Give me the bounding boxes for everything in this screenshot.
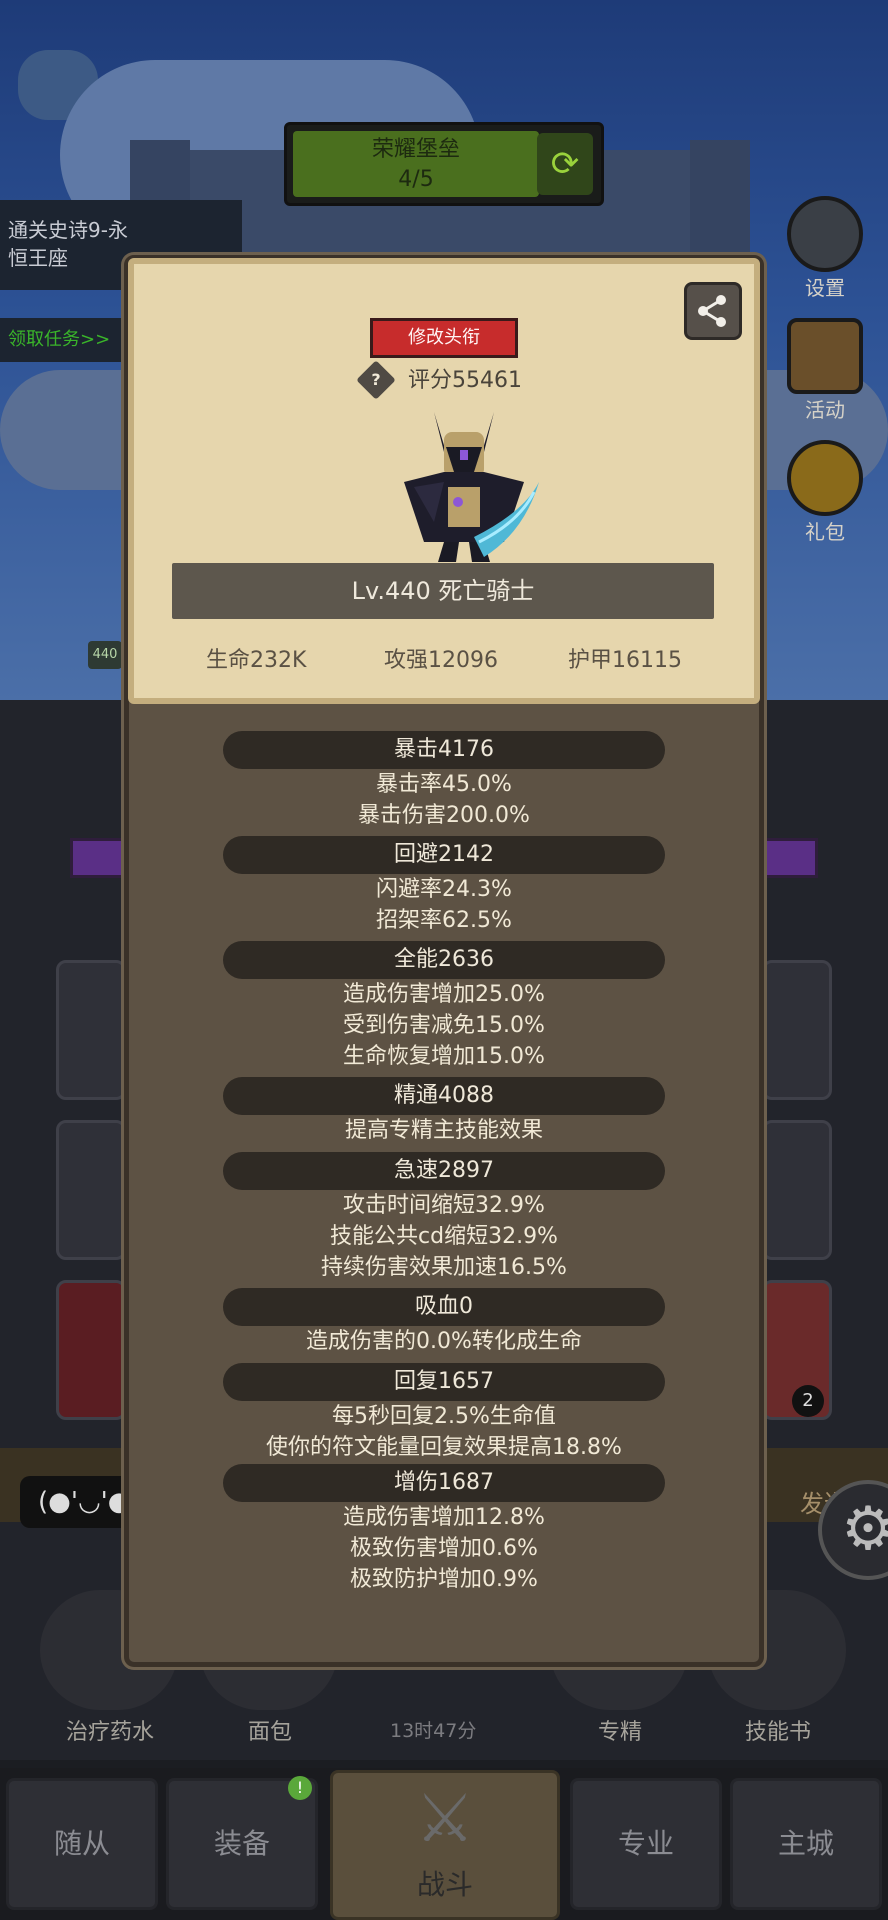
stat-line: 暴击率45.0% <box>376 772 512 797</box>
tab-profession[interactable]: 专业 <box>570 1778 722 1910</box>
stat-line: 提高专精主技能效果 <box>344 1118 543 1143</box>
tab-city[interactable]: 主城 <box>730 1778 882 1910</box>
attack-stat: 攻强12096 <box>384 648 498 673</box>
hp-stat: 生命232K <box>206 648 307 673</box>
equipment-slot[interactable] <box>56 1120 126 1260</box>
skillbook-label: 技能书 <box>744 1720 811 1745</box>
settings-label: 设置 <box>805 276 845 300</box>
stat-line: 造成伤害的0.0%转化成生命 <box>306 1329 582 1354</box>
progress-bar-left <box>70 838 130 878</box>
equipment-slot[interactable] <box>56 960 126 1100</box>
share-button[interactable] <box>684 282 742 340</box>
stat-line: 使你的符文能量回复效果提高18.8% <box>266 1435 622 1460</box>
refresh-icon[interactable]: ⟳ <box>537 133 593 195</box>
stage-banner[interactable]: 荣耀堡垒 4/5 ⟳ <box>284 122 604 206</box>
crossed-swords-icon: ⚔ <box>415 1780 475 1857</box>
equipment-slot[interactable] <box>762 1120 832 1260</box>
stat-line: 每5秒回复2.5%生命值 <box>332 1404 556 1429</box>
mastery-header: 精通4088 <box>223 1077 665 1115</box>
activity-button[interactable]: 活动 <box>780 318 870 423</box>
stat-line: 招架率62.5% <box>376 908 512 933</box>
haste-header: 急速2897 <box>223 1152 665 1190</box>
chat-input[interactable]: (●'◡'● <box>20 1476 140 1528</box>
stat-line: 受到伤害减免15.0% <box>343 1013 545 1038</box>
timer: 13时47分 <box>390 1720 477 1742</box>
stage-info: 荣耀堡垒 4/5 <box>293 131 539 197</box>
tab-battle[interactable]: ⚔ 战斗 <box>330 1770 560 1920</box>
mastery-label: 专精 <box>597 1720 642 1745</box>
versatility-header: 全能2636 <box>223 941 665 979</box>
castle-tower <box>690 140 750 260</box>
stat-line: 攻击时间缩短32.9% <box>343 1193 545 1218</box>
stat-line: 闪避率24.3% <box>376 877 512 902</box>
gear-icon <box>787 196 863 272</box>
regen-header: 回复1657 <box>223 1363 665 1401</box>
scroll-icon <box>787 318 863 394</box>
stat-line: 造成伤害增加12.8% <box>343 1505 545 1530</box>
stat-line: 极致伤害增加0.6% <box>350 1536 538 1561</box>
tab-follower[interactable]: 随从 <box>6 1778 158 1910</box>
dodge-header: 回避2142 <box>223 836 665 874</box>
settings-button[interactable]: 设置 <box>780 196 870 301</box>
stat-line: 技能公共cd缩短32.9% <box>330 1224 558 1249</box>
gift-label: 礼包 <box>805 520 845 544</box>
count-badge: 2 <box>792 1385 824 1417</box>
level-badge: 440 <box>88 641 122 669</box>
gift-icon <box>787 440 863 516</box>
progress-bar-right <box>758 838 818 878</box>
stage-progress: 4/5 <box>398 167 434 192</box>
equipment-slot[interactable] <box>762 960 832 1100</box>
stat-line: 造成伤害增加25.0% <box>343 982 545 1007</box>
armor-stat: 护甲16115 <box>568 648 682 673</box>
stat-line: 持续伤害效果加速16.5% <box>321 1255 567 1280</box>
edit-title-button[interactable]: 修改头衔 <box>370 318 518 358</box>
leech-header: 吸血0 <box>223 1288 665 1326</box>
equipment-slot[interactable] <box>56 1280 126 1420</box>
notification-badge: ! <box>288 1776 312 1800</box>
character-name: Lv.440 死亡骑士 <box>172 563 714 619</box>
tab-battle-label: 战斗 <box>416 1868 473 1901</box>
bread-label: 面包 <box>247 1720 292 1745</box>
death-knight-portrait <box>404 412 539 562</box>
stat-line: 生命恢复增加15.0% <box>343 1044 545 1069</box>
gift-button[interactable]: 礼包 <box>780 440 870 545</box>
potion-label: 治疗药水 <box>65 1720 154 1745</box>
activity-label: 活动 <box>805 398 845 422</box>
stage-title: 荣耀堡垒 <box>371 137 460 162</box>
dmgup-header: 增伤1687 <box>223 1464 665 1502</box>
quest-text-line1: 通关史诗9-永 <box>8 218 128 242</box>
question-mark: ? <box>371 370 381 389</box>
stat-line: 暴击伤害200.0% <box>358 803 530 828</box>
share-icon <box>698 295 726 327</box>
crit-header: 暴击4176 <box>223 731 665 769</box>
stat-line: 极致防护增加0.9% <box>350 1567 538 1592</box>
claim-quest-link[interactable]: 领取任务>> <box>0 318 140 362</box>
